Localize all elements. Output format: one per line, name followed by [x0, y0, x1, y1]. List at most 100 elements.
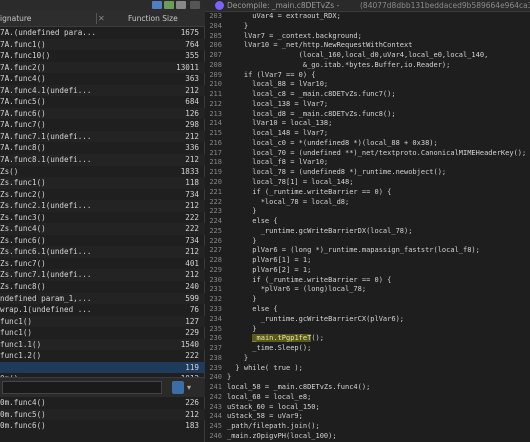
function-row[interactable]: Zs.func3() 222 — [0, 212, 205, 224]
code-line[interactable]: 245 _path/filepath.join(); — [205, 422, 530, 432]
filter-options-button[interactable] — [172, 381, 184, 394]
code-line[interactable]: 224 else { — [205, 217, 530, 227]
function-row[interactable]: 7A.func7() 298 — [0, 119, 205, 131]
code-line[interactable]: 223 } — [205, 207, 530, 217]
code-line[interactable]: 213 local_d8 = _main.c8DETvZs.func8(); — [205, 110, 530, 120]
function-row[interactable]: Zs.func7.1(undefi... 212 — [0, 269, 205, 282]
copy-icon[interactable] — [164, 1, 174, 9]
code-line[interactable]: 246 _main.zOpigvPH(local_100); — [205, 432, 530, 442]
function-row[interactable]: ndefined param_1,... 599 — [0, 292, 205, 305]
code-line[interactable]: 241 local_58 = _main.c8DETvZs.func4(); — [205, 383, 530, 393]
function-row[interactable]: func1.1() 1540 — [0, 338, 205, 351]
code-line[interactable]: 211 local_c8 = _main.c8DETvZs.func7(); — [205, 90, 530, 100]
function-size-column-header[interactable]: Function Size — [128, 14, 178, 23]
signature-column-header[interactable]: ignature — [0, 14, 31, 23]
code-line[interactable]: 206 lVar10 = _net/http.NewRequestWithCon… — [205, 41, 530, 51]
line-number: 235 — [209, 324, 222, 333]
function-row[interactable]: wrap.1(undefined ... 76 — [0, 304, 205, 316]
filter-icon[interactable] — [152, 1, 162, 9]
function-row[interactable]: func1() 127 — [0, 315, 205, 328]
code-line[interactable]: 203 uVar4 = extraout_RDX; — [205, 12, 530, 22]
code-line[interactable]: 204 } — [205, 22, 530, 32]
close-panel-icon[interactable] — [190, 1, 200, 9]
code-line[interactable]: 218 local_f8 = lVar10; — [205, 158, 530, 168]
code-line[interactable]: 238 } — [205, 354, 530, 364]
function-row[interactable]: 7A.func8() 336 — [0, 142, 205, 154]
function-row[interactable]: Zs.func1() 118 — [0, 177, 205, 189]
code-line[interactable]: 226 } — [205, 237, 530, 247]
function-row[interactable]: Zs() 1833 — [0, 166, 205, 178]
function-row[interactable]: 7A.func6() 126 — [0, 107, 205, 120]
code-line[interactable]: 212 local_138 = lVar7; — [205, 100, 530, 110]
function-row[interactable]: 7A.func4.1(undefi... 212 — [0, 84, 205, 97]
function-row[interactable]: Zs.func2.1(undefi... 212 — [0, 200, 205, 212]
function-row[interactable]: 0m.func4() 226 — [0, 397, 205, 409]
function-row[interactable]: Zs.func6() 734 — [0, 235, 205, 247]
code-line[interactable]: 209 if (lVar7 == 0) { — [205, 71, 530, 81]
code-line[interactable]: 237 _time.Sleep(); — [205, 344, 530, 354]
function-row[interactable]: 119 — [0, 361, 205, 374]
code-line[interactable]: 233 else { — [205, 305, 530, 315]
code-line[interactable]: 219 local_78 = (undefined8 *)_runtime.ne… — [205, 168, 530, 178]
code-line[interactable]: 232 } — [205, 295, 530, 305]
column-divider[interactable] — [96, 13, 97, 24]
code-line[interactable]: 220 local_78[1] = local_148; — [205, 178, 530, 188]
function-row[interactable]: Zs.func6.1(undefi... 212 — [0, 246, 205, 258]
code-line[interactable]: 231 *plVar6 = (long)local_78; — [205, 285, 530, 295]
code-line[interactable]: 208 &_go.itab.*bytes.Buffer,io.Reader); — [205, 61, 530, 71]
function-signature: func1.1() — [0, 339, 42, 349]
code-line[interactable]: 216 local_c0 = *(undefined8 *)(local_88 … — [205, 139, 530, 149]
line-number: 217 — [209, 148, 222, 157]
function-row[interactable]: Zs.func7() 401 — [0, 258, 205, 270]
code-line[interactable]: 222 *local_78 = local_d8; — [205, 198, 530, 208]
line-number: 205 — [209, 31, 222, 40]
code-line[interactable]: 244 uStack_58 = uVar9; — [205, 412, 530, 422]
code-line[interactable]: 210 local_88 = lVar10; — [205, 80, 530, 90]
code-line[interactable]: 214 lVar10 = local_138; — [205, 119, 530, 129]
function-row[interactable]: 0m.func6() 183 — [0, 420, 205, 432]
code-line[interactable]: 235 } — [205, 325, 530, 335]
code-line[interactable]: 236 _main.tPgp1feT(); — [205, 334, 530, 344]
code-line[interactable]: 227 plVar6 = (long *)_runtime.mapassign_… — [205, 246, 530, 256]
function-row[interactable]: 0m.func5() 212 — [0, 408, 205, 421]
code-line[interactable]: 242 local_68 = local_e8; — [205, 393, 530, 403]
code-line[interactable]: 207 (local_160,local_d0,uVar4,local_e0,l… — [205, 51, 530, 61]
function-row[interactable]: 7A.func4() 363 — [0, 73, 205, 85]
code-line[interactable]: 240} — [205, 373, 530, 383]
code-line[interactable]: 225 _runtime.gcWriteBarrierDX(local_78); — [205, 227, 530, 237]
code-line[interactable]: 228 plVar6[1] = 1; — [205, 256, 530, 266]
function-row[interactable]: Zs.func4() 222 — [0, 223, 205, 235]
decompiled-code-view[interactable]: 203 uVar4 = extraout_RDX; 204 } 205 lVar7 … — [205, 12, 530, 442]
code-line[interactable]: 221 if (_runtime.writeBarrier == 0) { — [205, 188, 530, 198]
function-row[interactable]: 7A.func7.1(undefi... 212 — [0, 130, 205, 143]
function-row[interactable]: 7A.func1() 764 — [0, 38, 205, 51]
code-line[interactable]: 229 plVar6[2] = 1; — [205, 266, 530, 276]
code-line[interactable]: 234 _runtime.gcWriteBarrierCX(plVar6); — [205, 315, 530, 325]
function-row[interactable]: 7A.func2() 13011 — [0, 61, 205, 74]
function-row[interactable]: 7A.func8.1(undefi... 212 — [0, 154, 205, 166]
code-line[interactable]: 217 local_70 = (undefined **)_net/textpr… — [205, 149, 530, 159]
highlighted-symbol[interactable]: _main.tPgp1feT — [252, 334, 312, 343]
function-size: 76 — [189, 305, 199, 315]
filter-input[interactable] — [2, 381, 162, 394]
function-row[interactable]: func1.2() 222 — [0, 350, 205, 362]
code-line[interactable]: 230 if (_runtime.writeBarrier == 0) { — [205, 276, 530, 286]
function-size: 764 — [185, 39, 199, 49]
function-row[interactable]: 7A.(undefined para... 1675 — [0, 27, 205, 39]
function-row[interactable]: Zs.func8() 240 — [0, 281, 205, 293]
function-row[interactable]: 7A.func10() 355 — [0, 50, 205, 62]
close-icon[interactable]: ✕ — [98, 14, 105, 23]
line-number: 206 — [209, 41, 222, 50]
code-line[interactable]: 243 uStack_60 = local_150; — [205, 403, 530, 413]
export-icon[interactable] — [176, 1, 186, 9]
code-line[interactable]: 215 local_148 = lVar7; — [205, 129, 530, 139]
function-row[interactable]: func1() 229 — [0, 327, 205, 339]
function-row[interactable]: Zs.func2() 734 — [0, 189, 205, 201]
function-row[interactable]: 7A.func5() 684 — [0, 96, 205, 108]
functions-table-body-lower: 0m.func4() 226 0m.func5() 212 0m.func6() 183 — [0, 397, 205, 442]
chevron-down-icon[interactable]: ▾ — [187, 383, 191, 392]
code-line[interactable]: 205 lVar7 = _context.background; — [205, 32, 530, 42]
code-text: lVar7 = _context.background; — [227, 31, 362, 40]
function-signature: 7A.func8() — [0, 143, 46, 153]
code-line[interactable]: 239 } while( true ); — [205, 364, 530, 374]
